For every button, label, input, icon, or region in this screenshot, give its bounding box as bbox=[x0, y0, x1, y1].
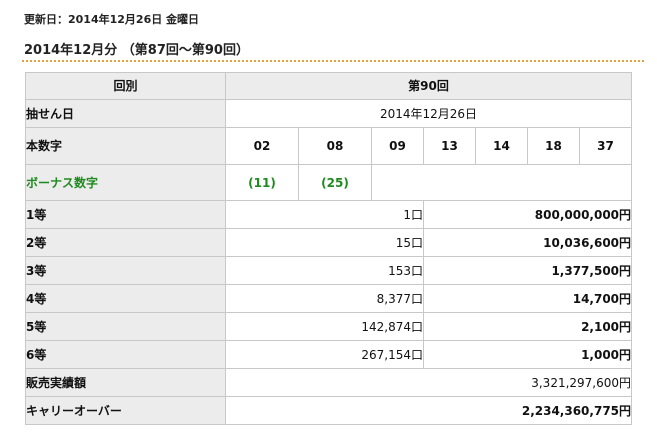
winner-count: 1口 bbox=[225, 200, 424, 229]
prize-tier: 4等 bbox=[25, 284, 226, 313]
prize-amount: 2,100円 bbox=[422, 312, 633, 341]
results-table: 回別 第90回 抽せん日 2014年12月26日 本数字 02 08 09 13… bbox=[25, 72, 633, 425]
dotted-divider bbox=[22, 60, 644, 62]
prize-row: 4等 8,377口 14,700円 bbox=[25, 284, 633, 313]
prize-amount: 1,000円 bbox=[422, 340, 633, 369]
sales-row: 販売実績額 3,321,297,600円 bbox=[25, 368, 633, 397]
bonus-numbers-row: ボーナス数字 (11) (25) bbox=[25, 164, 633, 201]
round-label: 回別 bbox=[25, 72, 226, 100]
round-row: 回別 第90回 bbox=[25, 72, 633, 100]
prize-amount: 1,377,500円 bbox=[422, 256, 633, 285]
prize-tier: 1等 bbox=[25, 200, 226, 229]
main-numbers-row: 本数字 02 08 09 13 14 18 37 bbox=[25, 127, 633, 165]
prize-row: 1等 1口 800,000,000円 bbox=[25, 200, 633, 229]
main-numbers-label: 本数字 bbox=[25, 127, 226, 165]
carryover-label: キャリーオーバー bbox=[25, 396, 226, 425]
winner-count: 142,874口 bbox=[225, 312, 424, 341]
round-value: 第90回 bbox=[224, 72, 633, 100]
prize-amount: 800,000,000円 bbox=[422, 200, 633, 229]
main-number: 09 bbox=[371, 127, 424, 165]
prize-amount: 10,036,600円 bbox=[422, 228, 633, 257]
prize-tier: 5等 bbox=[25, 312, 226, 341]
period-title: 2014年12月分 （第87回～第90回） bbox=[24, 43, 249, 58]
main-number: 02 bbox=[225, 127, 299, 165]
bonus-number: (11) bbox=[225, 164, 299, 201]
main-number: 14 bbox=[475, 127, 528, 165]
update-date: 更新日：2014年12月26日 金曜日 bbox=[24, 13, 200, 26]
main-number: 37 bbox=[578, 127, 633, 165]
bonus-empty-cell bbox=[370, 164, 633, 201]
prize-row: 2等 15口 10,036,600円 bbox=[25, 228, 633, 257]
prize-row: 6等 267,154口 1,000円 bbox=[25, 340, 633, 369]
prize-tier: 2等 bbox=[25, 228, 226, 257]
prize-tier: 3等 bbox=[25, 256, 226, 285]
winner-count: 267,154口 bbox=[225, 340, 424, 369]
winner-count: 8,377口 bbox=[225, 284, 424, 313]
winner-count: 15口 bbox=[225, 228, 424, 257]
prize-amount: 14,700円 bbox=[422, 284, 633, 313]
sales-label: 販売実績額 bbox=[25, 368, 226, 397]
prize-tier: 6等 bbox=[25, 340, 226, 369]
draw-date-label: 抽せん日 bbox=[25, 99, 226, 128]
carryover-row: キャリーオーバー 2,234,360,775円 bbox=[25, 396, 633, 425]
carryover-value: 2,234,360,775円 bbox=[224, 396, 633, 425]
bonus-number: (25) bbox=[298, 164, 372, 201]
main-number: 18 bbox=[527, 127, 580, 165]
prize-row: 5等 142,874口 2,100円 bbox=[25, 312, 633, 341]
bonus-numbers-label: ボーナス数字 bbox=[25, 164, 226, 201]
prize-row: 3等 153口 1,377,500円 bbox=[25, 256, 633, 285]
main-number: 13 bbox=[423, 127, 476, 165]
draw-date-row: 抽せん日 2014年12月26日 bbox=[25, 99, 633, 128]
main-number: 08 bbox=[298, 127, 372, 165]
draw-date-value: 2014年12月26日 bbox=[224, 99, 633, 128]
sales-value: 3,321,297,600円 bbox=[224, 368, 633, 397]
winner-count: 153口 bbox=[225, 256, 424, 285]
